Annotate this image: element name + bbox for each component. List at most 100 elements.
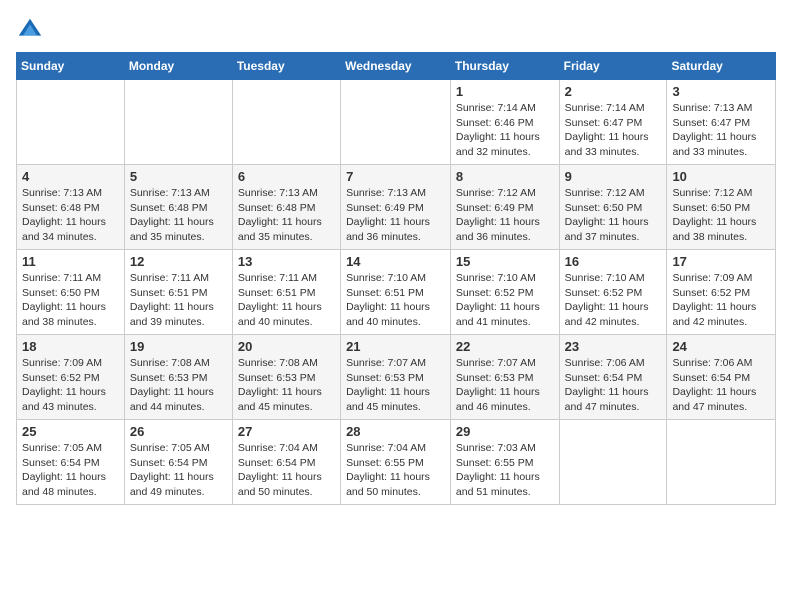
day-cell: 9 Sunrise: 7:12 AM Sunset: 6:50 PM Daylig… <box>559 165 667 250</box>
day-number: 22 <box>456 339 554 354</box>
day-number: 26 <box>130 424 227 439</box>
day-info: Sunrise: 7:13 AM Sunset: 6:49 PM Dayligh… <box>346 186 445 245</box>
day-cell: 18 Sunrise: 7:09 AM Sunset: 6:52 PM Dayli… <box>17 335 125 420</box>
day-cell <box>17 80 125 165</box>
day-cell: 7 Sunrise: 7:13 AM Sunset: 6:49 PM Daylig… <box>341 165 451 250</box>
day-cell: 13 Sunrise: 7:11 AM Sunset: 6:51 PM Dayli… <box>232 250 340 335</box>
column-header-sunday: Sunday <box>17 53 125 80</box>
day-number: 5 <box>130 169 227 184</box>
day-cell: 21 Sunrise: 7:07 AM Sunset: 6:53 PM Dayli… <box>341 335 451 420</box>
day-cell: 29Sunrise: 7:03 AM Sunset: 6:55 PM Dayli… <box>450 420 559 505</box>
day-cell: 4Sunrise: 7:13 AM Sunset: 6:48 PM Daylig… <box>17 165 125 250</box>
day-number: 2 <box>565 84 662 99</box>
day-number: 11 <box>22 254 119 269</box>
day-info: Sunrise: 7:06 AM Sunset: 6:54 PM Dayligh… <box>565 356 662 415</box>
day-info: Sunrise: 7:13 AM Sunset: 6:47 PM Dayligh… <box>672 101 770 160</box>
day-number: 3 <box>672 84 770 99</box>
day-info: Sunrise: 7:11 AM Sunset: 6:51 PM Dayligh… <box>130 271 227 330</box>
calendar-body: 1 Sunrise: 7:14 AM Sunset: 6:46 PM Daylig… <box>17 80 776 505</box>
day-number: 15 <box>456 254 554 269</box>
logo-icon <box>16 16 44 44</box>
day-number: 20 <box>238 339 335 354</box>
day-cell <box>559 420 667 505</box>
day-cell: 22Sunrise: 7:07 AM Sunset: 6:53 PM Dayli… <box>450 335 559 420</box>
day-number: 13 <box>238 254 335 269</box>
day-number: 12 <box>130 254 227 269</box>
day-number: 6 <box>238 169 335 184</box>
day-cell: 3 Sunrise: 7:13 AM Sunset: 6:47 PM Daylig… <box>667 80 776 165</box>
column-header-saturday: Saturday <box>667 53 776 80</box>
day-cell: 6 Sunrise: 7:13 AM Sunset: 6:48 PM Daylig… <box>232 165 340 250</box>
day-number: 9 <box>565 169 662 184</box>
day-info: Sunrise: 7:10 AM Sunset: 6:52 PM Dayligh… <box>456 271 554 330</box>
day-cell: 8Sunrise: 7:12 AM Sunset: 6:49 PM Daylig… <box>450 165 559 250</box>
day-cell: 16 Sunrise: 7:10 AM Sunset: 6:52 PM Dayli… <box>559 250 667 335</box>
day-cell: 2 Sunrise: 7:14 AM Sunset: 6:47 PM Daylig… <box>559 80 667 165</box>
week-row: 4Sunrise: 7:13 AM Sunset: 6:48 PM Daylig… <box>17 165 776 250</box>
day-info: Sunrise: 7:13 AM Sunset: 6:48 PM Dayligh… <box>238 186 335 245</box>
day-info: Sunrise: 7:05 AM Sunset: 6:54 PM Dayligh… <box>22 441 119 500</box>
day-cell: 10Sunrise: 7:12 AM Sunset: 6:50 PM Dayli… <box>667 165 776 250</box>
day-info: Sunrise: 7:13 AM Sunset: 6:48 PM Dayligh… <box>130 186 227 245</box>
column-header-wednesday: Wednesday <box>341 53 451 80</box>
day-info: Sunrise: 7:14 AM Sunset: 6:46 PM Dayligh… <box>456 101 554 160</box>
week-row: 18 Sunrise: 7:09 AM Sunset: 6:52 PM Dayli… <box>17 335 776 420</box>
day-number: 19 <box>130 339 227 354</box>
day-number: 27 <box>238 424 335 439</box>
day-number: 21 <box>346 339 445 354</box>
day-info: Sunrise: 7:03 AM Sunset: 6:55 PM Dayligh… <box>456 441 554 500</box>
day-number: 8 <box>456 169 554 184</box>
day-info: Sunrise: 7:09 AM Sunset: 6:52 PM Dayligh… <box>672 271 770 330</box>
column-header-monday: Monday <box>124 53 232 80</box>
day-info: Sunrise: 7:08 AM Sunset: 6:53 PM Dayligh… <box>130 356 227 415</box>
day-cell <box>124 80 232 165</box>
day-cell: 12 Sunrise: 7:11 AM Sunset: 6:51 PM Dayli… <box>124 250 232 335</box>
day-number: 7 <box>346 169 445 184</box>
day-cell: 11 Sunrise: 7:11 AM Sunset: 6:50 PM Dayli… <box>17 250 125 335</box>
day-cell: 25 Sunrise: 7:05 AM Sunset: 6:54 PM Dayli… <box>17 420 125 505</box>
day-info: Sunrise: 7:12 AM Sunset: 6:50 PM Dayligh… <box>565 186 662 245</box>
calendar-table: SundayMondayTuesdayWednesdayThursdayFrid… <box>16 52 776 505</box>
week-row: 11 Sunrise: 7:11 AM Sunset: 6:50 PM Dayli… <box>17 250 776 335</box>
day-info: Sunrise: 7:07 AM Sunset: 6:53 PM Dayligh… <box>346 356 445 415</box>
column-header-thursday: Thursday <box>450 53 559 80</box>
day-number: 16 <box>565 254 662 269</box>
day-number: 17 <box>672 254 770 269</box>
day-number: 28 <box>346 424 445 439</box>
day-info: Sunrise: 7:11 AM Sunset: 6:51 PM Dayligh… <box>238 271 335 330</box>
week-row: 1 Sunrise: 7:14 AM Sunset: 6:46 PM Daylig… <box>17 80 776 165</box>
day-number: 1 <box>456 84 554 99</box>
day-info: Sunrise: 7:14 AM Sunset: 6:47 PM Dayligh… <box>565 101 662 160</box>
day-info: Sunrise: 7:06 AM Sunset: 6:54 PM Dayligh… <box>672 356 770 415</box>
day-cell: 17 Sunrise: 7:09 AM Sunset: 6:52 PM Dayli… <box>667 250 776 335</box>
page-header <box>16 16 776 44</box>
day-info: Sunrise: 7:09 AM Sunset: 6:52 PM Dayligh… <box>22 356 119 415</box>
day-info: Sunrise: 7:08 AM Sunset: 6:53 PM Dayligh… <box>238 356 335 415</box>
day-info: Sunrise: 7:04 AM Sunset: 6:54 PM Dayligh… <box>238 441 335 500</box>
column-header-tuesday: Tuesday <box>232 53 340 80</box>
day-number: 24 <box>672 339 770 354</box>
day-cell: 19 Sunrise: 7:08 AM Sunset: 6:53 PM Dayli… <box>124 335 232 420</box>
day-info: Sunrise: 7:05 AM Sunset: 6:54 PM Dayligh… <box>130 441 227 500</box>
column-header-friday: Friday <box>559 53 667 80</box>
day-info: Sunrise: 7:10 AM Sunset: 6:51 PM Dayligh… <box>346 271 445 330</box>
calendar-header: SundayMondayTuesdayWednesdayThursdayFrid… <box>17 53 776 80</box>
day-cell <box>232 80 340 165</box>
day-info: Sunrise: 7:13 AM Sunset: 6:48 PM Dayligh… <box>22 186 119 245</box>
day-cell: 15 Sunrise: 7:10 AM Sunset: 6:52 PM Dayli… <box>450 250 559 335</box>
day-info: Sunrise: 7:10 AM Sunset: 6:52 PM Dayligh… <box>565 271 662 330</box>
day-cell: 1 Sunrise: 7:14 AM Sunset: 6:46 PM Daylig… <box>450 80 559 165</box>
day-number: 14 <box>346 254 445 269</box>
day-cell: 28Sunrise: 7:04 AM Sunset: 6:55 PM Dayli… <box>341 420 451 505</box>
day-number: 25 <box>22 424 119 439</box>
header-row: SundayMondayTuesdayWednesdayThursdayFrid… <box>17 53 776 80</box>
day-cell: 5 Sunrise: 7:13 AM Sunset: 6:48 PM Daylig… <box>124 165 232 250</box>
day-cell <box>667 420 776 505</box>
day-cell: 23Sunrise: 7:06 AM Sunset: 6:54 PM Dayli… <box>559 335 667 420</box>
day-cell: 27 Sunrise: 7:04 AM Sunset: 6:54 PM Dayli… <box>232 420 340 505</box>
logo <box>16 16 48 44</box>
day-info: Sunrise: 7:11 AM Sunset: 6:50 PM Dayligh… <box>22 271 119 330</box>
day-number: 18 <box>22 339 119 354</box>
day-cell: 20 Sunrise: 7:08 AM Sunset: 6:53 PM Dayli… <box>232 335 340 420</box>
day-info: Sunrise: 7:12 AM Sunset: 6:50 PM Dayligh… <box>672 186 770 245</box>
